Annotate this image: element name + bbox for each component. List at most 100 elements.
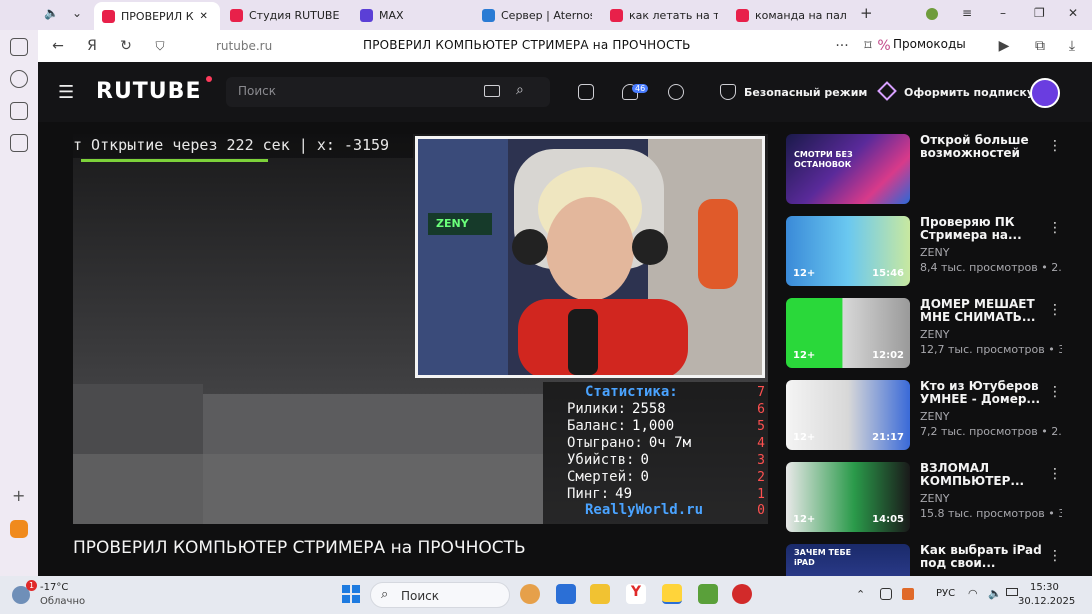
tab-label: MAX — [379, 8, 404, 22]
browser-tab[interactable]: как летать на тре — [602, 3, 726, 27]
channel-name[interactable]: ZENY — [920, 246, 949, 259]
close-window-icon[interactable]: ✕ — [1068, 6, 1078, 20]
bookmark-icon[interactable]: ⌑ — [860, 38, 876, 54]
browser-tab[interactable]: Студия RUTUBE — [222, 3, 350, 27]
video-player[interactable]: т Открытие через 222 сек | x: -3159 ZENY… — [73, 134, 768, 524]
channel-name[interactable]: ZENY — [920, 410, 949, 423]
app-food-icon[interactable] — [520, 584, 540, 604]
more-options-icon[interactable]: ⋮ — [1048, 466, 1062, 482]
recommendation-item[interactable]: 12+ 15:46 Проверяю ПК Стримера на... ZENY 8,… — [786, 216, 1086, 288]
tray-app2-icon[interactable] — [902, 588, 914, 600]
menu-icon[interactable]: ≡ — [962, 6, 972, 20]
video-thumbnail[interactable]: ЗАЧЕМ ТЕБЕ iPAD — [786, 544, 910, 576]
clock-time[interactable]: 15:30 — [1030, 582, 1059, 593]
theme-icon[interactable] — [668, 84, 684, 100]
more-options-icon[interactable]: ⋮ — [1048, 302, 1062, 318]
maximize-icon[interactable]: ❐ — [1034, 6, 1045, 20]
recommendation-title[interactable]: Кто из Ютуберов УМНЕЕ - Домер... — [920, 380, 1048, 406]
ya-icon[interactable]: Я — [84, 38, 100, 54]
file-explorer-icon[interactable] — [590, 584, 610, 604]
video-thumbnail[interactable]: 12+ 15:46 — [786, 216, 910, 286]
keyboard-icon[interactable] — [484, 85, 500, 97]
search-icon[interactable]: ⌕ — [516, 82, 524, 98]
video-thumbnail[interactable]: СМОТРИ БЕЗ ОСТАНОВОК — [786, 134, 910, 204]
stats-value: 1,000 — [632, 418, 675, 434]
profile-icon[interactable] — [926, 8, 938, 20]
more-options-icon[interactable]: ⋮ — [1048, 548, 1062, 564]
search-box[interactable]: Поиск ⌕ — [226, 77, 550, 107]
taskbar-search[interactable]: ⌕ Поиск — [370, 582, 510, 608]
notification-badge: 1 — [26, 580, 37, 591]
recommendation-title[interactable]: Проверяю ПК Стримера на... — [920, 216, 1048, 242]
more-options-icon[interactable]: ⋮ — [1048, 384, 1062, 400]
stats-line: Рилики: 2558 — [567, 401, 666, 417]
download-icon[interactable]: ⤓ — [1064, 38, 1080, 54]
browser-tab[interactable]: Сервер | Aternos | — [474, 3, 600, 27]
clock-date[interactable]: 30.12.2025 — [1018, 596, 1075, 607]
new-tab-icon[interactable]: + — [860, 4, 873, 22]
close-tab-icon[interactable]: ✕ — [200, 11, 208, 22]
bookmarks-icon[interactable] — [10, 38, 28, 56]
recommendation-item[interactable]: ЗАЧЕМ ТЕБЕ iPAD Как выбрать iPad под свои… — [786, 544, 1086, 576]
add-icon[interactable]: + — [12, 486, 25, 505]
promo-button[interactable]: Промокоды — [893, 37, 966, 51]
messages-icon[interactable] — [10, 70, 28, 88]
hamburger-icon[interactable]: ☰ — [58, 82, 74, 103]
more-icon[interactable]: ··· — [834, 38, 850, 54]
recommendation-item[interactable]: 12+ 21:17 Кто из Ютуберов УМНЕЕ - Домер...… — [786, 380, 1086, 452]
rutube-logo[interactable]: RUTUBE — [96, 79, 201, 104]
screenshot-icon[interactable] — [10, 134, 28, 152]
language-indicator[interactable]: РУС — [936, 588, 955, 599]
battery-icon[interactable] — [1006, 588, 1018, 596]
extensions-icon[interactable]: ⧉ — [1032, 38, 1048, 54]
minecraft-icon[interactable] — [698, 584, 718, 604]
url-field[interactable]: rutube.ru — [216, 39, 272, 53]
app-red-icon[interactable] — [732, 584, 752, 604]
recommendation-item[interactable]: 12+ 14:05 ВЗЛОМАЛ КОМПЬЮТЕР... ZENY 15.8 тыс… — [786, 462, 1086, 534]
chevron-up-icon[interactable]: ⌃ — [856, 588, 865, 601]
subscribe-button[interactable]: Оформить подписку — [904, 86, 1034, 99]
recommendation-title[interactable]: Открой больше возможностей — [920, 134, 1048, 160]
reload-icon[interactable]: ↻ — [118, 38, 134, 54]
thumbnail-text: СМОТРИ БЕЗ ОСТАНОВОК — [794, 150, 853, 169]
minimize-icon[interactable]: – — [1000, 6, 1006, 20]
avatar[interactable] — [1030, 78, 1060, 108]
recommendation-item[interactable]: СМОТРИ БЕЗ ОСТАНОВОК Открой больше возмож… — [786, 134, 1086, 206]
volume-icon[interactable]: 🔈 — [988, 587, 1002, 600]
stats-num: 6 — [757, 402, 765, 417]
apps-icon[interactable] — [10, 102, 28, 120]
recommendation-title[interactable]: Как выбрать iPad под свои... — [920, 544, 1048, 570]
speaker-icon[interactable]: 🔈 — [44, 6, 59, 20]
video-thumbnail[interactable]: 12+ 21:17 — [786, 380, 910, 450]
play-icon[interactable]: ▶ — [996, 38, 1012, 54]
recommendation-title[interactable]: ВЗЛОМАЛ КОМПЬЮТЕР... — [920, 462, 1048, 488]
more-options-icon[interactable]: ⋮ — [1048, 220, 1062, 236]
rutube-page: ☰ RUTUBE Поиск ⌕ 46 Безопасный режим Офо… — [38, 62, 1092, 576]
channel-name[interactable]: ZENY — [920, 328, 949, 341]
upload-icon[interactable] — [578, 84, 594, 100]
browser-tab[interactable]: MAX — [352, 3, 472, 27]
safe-mode-button[interactable]: Безопасный режим — [744, 86, 867, 99]
app-store-icon[interactable] — [556, 584, 576, 604]
channel-name[interactable]: ZENY — [920, 492, 949, 505]
yandex-browser-icon[interactable] — [662, 584, 682, 604]
browser-tab[interactable]: ПРОВЕРИЛ К ✕ — [94, 2, 220, 30]
video-thumbnail[interactable]: 12+ 12:02 — [786, 298, 910, 368]
shield-icon[interactable]: ⛉ — [152, 38, 168, 54]
more-options-icon[interactable]: ⋮ — [1048, 138, 1062, 154]
browser-tab[interactable]: команда на палку — [728, 3, 854, 27]
video-thumbnail[interactable]: 12+ 14:05 — [786, 462, 910, 532]
recommendation-item[interactable]: 12+ 12:02 ДОМЕР МЕШАЕТ МНЕ СНИМАТЬ... ZENY 1… — [786, 298, 1086, 370]
yandex-icon[interactable]: Y — [626, 584, 646, 604]
windows-start-icon[interactable] — [342, 585, 360, 603]
extension-icon[interactable] — [10, 520, 28, 538]
search-input[interactable]: Поиск — [238, 84, 276, 98]
search-icon: ⌕ — [381, 587, 389, 602]
recommendation-title[interactable]: ДОМЕР МЕШАЕТ МНЕ СНИМАТЬ... — [920, 298, 1048, 324]
chevron-down-icon[interactable]: ⌄ — [72, 6, 82, 20]
tray-app-icon[interactable] — [880, 588, 892, 600]
back-icon[interactable]: ← — [50, 38, 66, 54]
duration-badge: 21:17 — [872, 432, 904, 443]
wifi-icon[interactable]: ◠ — [968, 587, 978, 600]
stats-num: 3 — [757, 453, 765, 468]
